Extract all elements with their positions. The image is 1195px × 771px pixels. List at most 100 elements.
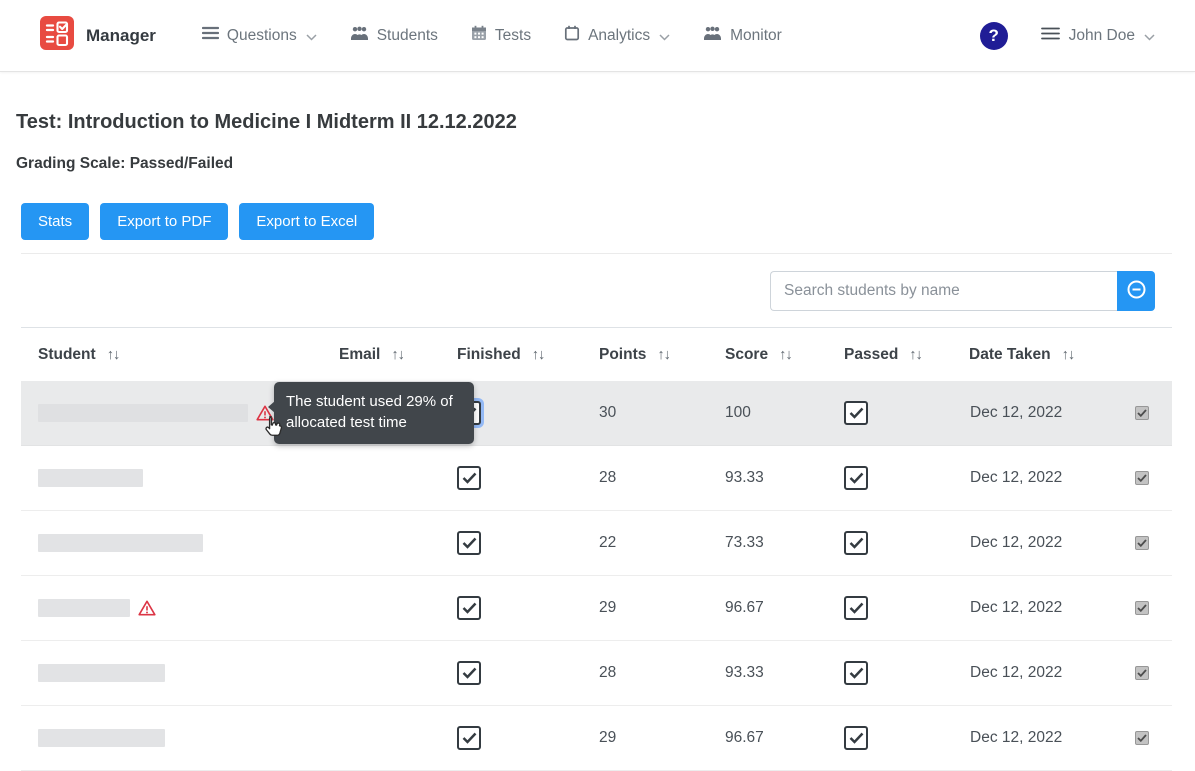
table-row[interactable]: The student used 29% of allocated test t… — [21, 381, 1172, 446]
sort-icon[interactable]: ↑↓ — [909, 347, 922, 363]
table-row[interactable]: 29 96.67 Dec 12, 2022 — [21, 576, 1172, 641]
search-input[interactable] — [770, 271, 1117, 311]
search-bar — [0, 271, 1155, 311]
finished-cell — [445, 466, 580, 490]
nav-item-tests[interactable]: Tests — [471, 25, 531, 46]
sort-icon[interactable]: ↑↓ — [532, 347, 545, 363]
passed-checkbox[interactable] — [844, 661, 868, 685]
points-value: 28 — [580, 664, 706, 682]
chevron-down-icon — [306, 28, 317, 46]
sort-icon[interactable]: ↑↓ — [391, 347, 404, 363]
points-value: 28 — [580, 469, 706, 487]
row-select-checkbox[interactable] — [1135, 731, 1149, 745]
redacted-student-name — [38, 729, 165, 747]
passed-cell — [825, 466, 950, 490]
brand[interactable]: Manager — [40, 16, 156, 55]
row-select-checkbox[interactable] — [1135, 406, 1149, 420]
column-header-points[interactable]: Points↑↓ — [580, 346, 706, 364]
table-row[interactable]: 29 96.67 Dec 12, 2022 — [21, 706, 1172, 771]
row-select-checkbox[interactable] — [1135, 471, 1149, 485]
column-header-date-taken[interactable]: Date Taken↑↓ — [950, 346, 1110, 364]
finished-checkbox[interactable] — [457, 661, 481, 685]
passed-cell — [825, 401, 950, 425]
nav-item-students[interactable]: Students — [350, 26, 438, 46]
chevron-down-icon — [659, 28, 670, 46]
passed-cell — [825, 596, 950, 620]
student-name-cell — [21, 576, 320, 640]
score-value: 73.33 — [706, 534, 825, 552]
table-body: The student used 29% of allocated test t… — [21, 381, 1172, 771]
app-logo-icon — [40, 16, 74, 55]
date-taken-value: Dec 12, 2022 — [950, 469, 1110, 487]
stats-button[interactable]: Stats — [21, 203, 89, 240]
calendar-filled-icon — [471, 25, 487, 46]
redacted-student-name — [38, 404, 248, 422]
student-name-cell — [21, 446, 320, 510]
date-taken-value: Dec 12, 2022 — [950, 664, 1110, 682]
export-pdf-button[interactable]: Export to PDF — [100, 203, 228, 240]
student-name-cell: The student used 29% of allocated test t… — [21, 381, 320, 445]
row-select-checkbox[interactable] — [1135, 601, 1149, 615]
row-select-checkbox[interactable] — [1135, 536, 1149, 550]
column-header-email[interactable]: Email↑↓ — [320, 346, 445, 364]
help-button[interactable]: ? — [980, 22, 1008, 50]
circled-minus-icon — [1127, 280, 1146, 302]
finished-checkbox[interactable] — [457, 726, 481, 750]
redacted-student-name — [38, 599, 130, 617]
export-excel-button[interactable]: Export to Excel — [239, 203, 374, 240]
passed-cell — [825, 531, 950, 555]
passed-checkbox[interactable] — [844, 466, 868, 490]
passed-checkbox[interactable] — [844, 596, 868, 620]
sort-icon[interactable]: ↑↓ — [1062, 347, 1075, 363]
row-select-cell — [1110, 601, 1172, 615]
score-value: 93.33 — [706, 469, 825, 487]
sort-icon[interactable]: ↑↓ — [107, 347, 120, 363]
warning-icon[interactable] — [138, 600, 156, 616]
score-value: 100 — [706, 404, 825, 422]
column-header-passed[interactable]: Passed↑↓ — [825, 346, 950, 364]
clear-search-button[interactable] — [1117, 271, 1155, 311]
passed-cell — [825, 726, 950, 750]
finished-cell — [445, 596, 580, 620]
finished-cell — [445, 726, 580, 750]
finished-checkbox[interactable] — [457, 466, 481, 490]
column-header-finished[interactable]: Finished↑↓ — [445, 346, 580, 364]
page-title: Test: Introduction to Medicine I Midterm… — [16, 111, 1179, 134]
column-header-student[interactable]: Student↑↓ — [21, 346, 320, 364]
nav-item-analytics[interactable]: Analytics — [564, 25, 670, 46]
finished-cell — [445, 531, 580, 555]
points-value: 30 — [580, 404, 706, 422]
sort-icon[interactable]: ↑↓ — [779, 347, 792, 363]
people-icon — [350, 26, 369, 46]
points-value: 29 — [580, 729, 706, 747]
passed-cell — [825, 661, 950, 685]
passed-checkbox[interactable] — [844, 531, 868, 555]
people-icon — [703, 26, 722, 46]
points-value: 22 — [580, 534, 706, 552]
table-row[interactable]: 28 93.33 Dec 12, 2022 — [21, 641, 1172, 706]
row-select-checkbox[interactable] — [1135, 666, 1149, 680]
finished-cell — [445, 661, 580, 685]
hamburger-menu-icon — [1041, 27, 1060, 45]
table-row[interactable]: 22 73.33 Dec 12, 2022 — [21, 511, 1172, 576]
students-results-table: Student↑↓Email↑↓Finished↑↓Points↑↓Score↑… — [21, 327, 1172, 771]
tooltip: The student used 29% of allocated test t… — [274, 382, 474, 444]
user-menu[interactable]: John Doe — [1041, 25, 1155, 46]
main-content: Test: Introduction to Medicine I Midterm… — [0, 111, 1195, 771]
table-row[interactable]: 28 93.33 Dec 12, 2022 — [21, 446, 1172, 511]
nav-item-monitor[interactable]: Monitor — [703, 26, 782, 46]
sort-icon[interactable]: ↑↓ — [657, 347, 670, 363]
brand-name: Manager — [86, 26, 156, 46]
nav-item-questions[interactable]: Questions — [202, 25, 317, 46]
points-value: 29 — [580, 599, 706, 617]
redacted-student-name — [38, 664, 165, 682]
score-value: 93.33 — [706, 664, 825, 682]
finished-checkbox[interactable] — [457, 531, 481, 555]
row-select-cell — [1110, 731, 1172, 745]
table-header-row: Student↑↓Email↑↓Finished↑↓Points↑↓Score↑… — [21, 327, 1172, 381]
score-value: 96.67 — [706, 599, 825, 617]
column-header-score[interactable]: Score↑↓ — [706, 346, 825, 364]
passed-checkbox[interactable] — [844, 401, 868, 425]
finished-checkbox[interactable] — [457, 596, 481, 620]
passed-checkbox[interactable] — [844, 726, 868, 750]
